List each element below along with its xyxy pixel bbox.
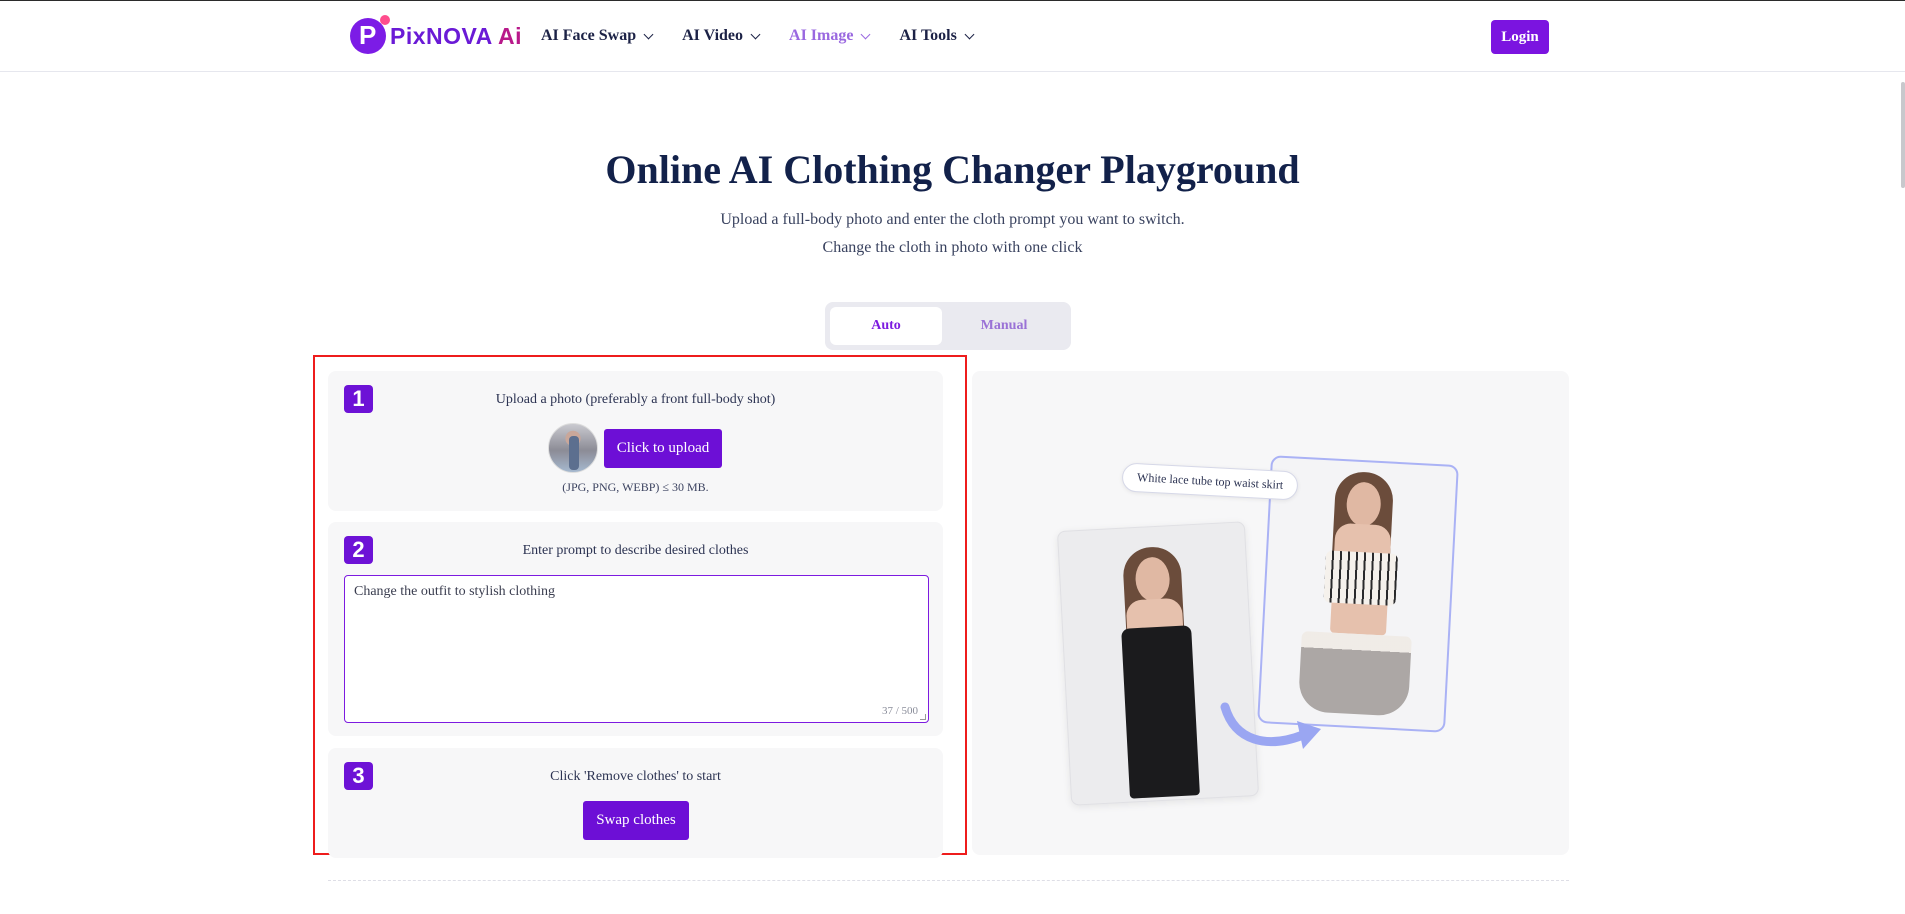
character-counter: 37 / 500 [881,705,918,717]
uploaded-photo-thumbnail[interactable] [548,423,598,473]
nav-item-ai-image[interactable]: AI Image [789,27,871,45]
chevron-down-icon [643,29,654,39]
step2-card: 2 Enter prompt to describe desired cloth… [328,522,943,736]
page-title: Online AI Clothing Changer Playground [605,147,1300,192]
nav-item-label: AI Face Swap [541,27,637,44]
site-header: PixNOVA Ai AI Face Swap AI Video AI Imag… [0,1,1905,72]
example-preview: White lace tube top waist skirt [972,371,1569,855]
brand-logo[interactable]: PixNOVA Ai [350,15,522,54]
transform-arrow-icon [1220,702,1321,749]
step1-title: Upload a photo (preferably a front full-… [495,392,776,407]
before-photo [1056,521,1260,806]
main-nav: AI Face Swap AI Video AI Image AI Tools [541,27,1003,45]
swap-clothes-button[interactable]: Swap clothes [583,801,689,840]
step3-title: Click 'Remove clothes' to start [550,769,721,784]
resize-handle-icon[interactable] [920,714,926,720]
tab-manual[interactable]: Manual [948,307,1060,345]
nav-item-label: AI Tools [899,27,957,44]
step2-title: Enter prompt to describe desired clothes [522,543,749,558]
prompt-text: Change the outfit to stylish clothing [354,584,556,599]
nav-item-label: AI Image [789,27,854,44]
mode-tabs: Auto Manual [825,302,1071,350]
nav-item-label: AI Video [682,27,744,44]
chevron-down-icon [861,29,871,39]
upload-format-hint: (JPG, PNG, WEBP) ≤ 30 MB. [562,480,709,494]
section-divider [328,880,1569,881]
upload-button[interactable]: Click to upload [604,429,722,468]
nav-item-ai-face-swap[interactable]: AI Face Swap [541,27,654,45]
nav-item-ai-tools[interactable]: AI Tools [899,27,975,45]
step1-card: 1 Upload a photo (preferably a front ful… [328,371,943,511]
prompt-textarea[interactable]: Change the outfit to stylish clothing 37… [344,575,929,723]
brand-name: PixNOVA Ai [390,22,522,49]
chevron-down-icon [750,29,761,39]
page-subtitle-line2: Change the cloth in photo with one click [822,239,1083,256]
page-subtitle-line1: Upload a full-body photo and enter the c… [720,211,1185,228]
tab-auto[interactable]: Auto [830,307,942,345]
step3-card: 3 Click 'Remove clothes' to start Swap c… [328,748,943,858]
chevron-down-icon [964,29,975,39]
login-button[interactable]: Login [1491,20,1549,54]
nav-item-ai-video[interactable]: AI Video [682,27,761,45]
logo-icon [350,15,390,54]
